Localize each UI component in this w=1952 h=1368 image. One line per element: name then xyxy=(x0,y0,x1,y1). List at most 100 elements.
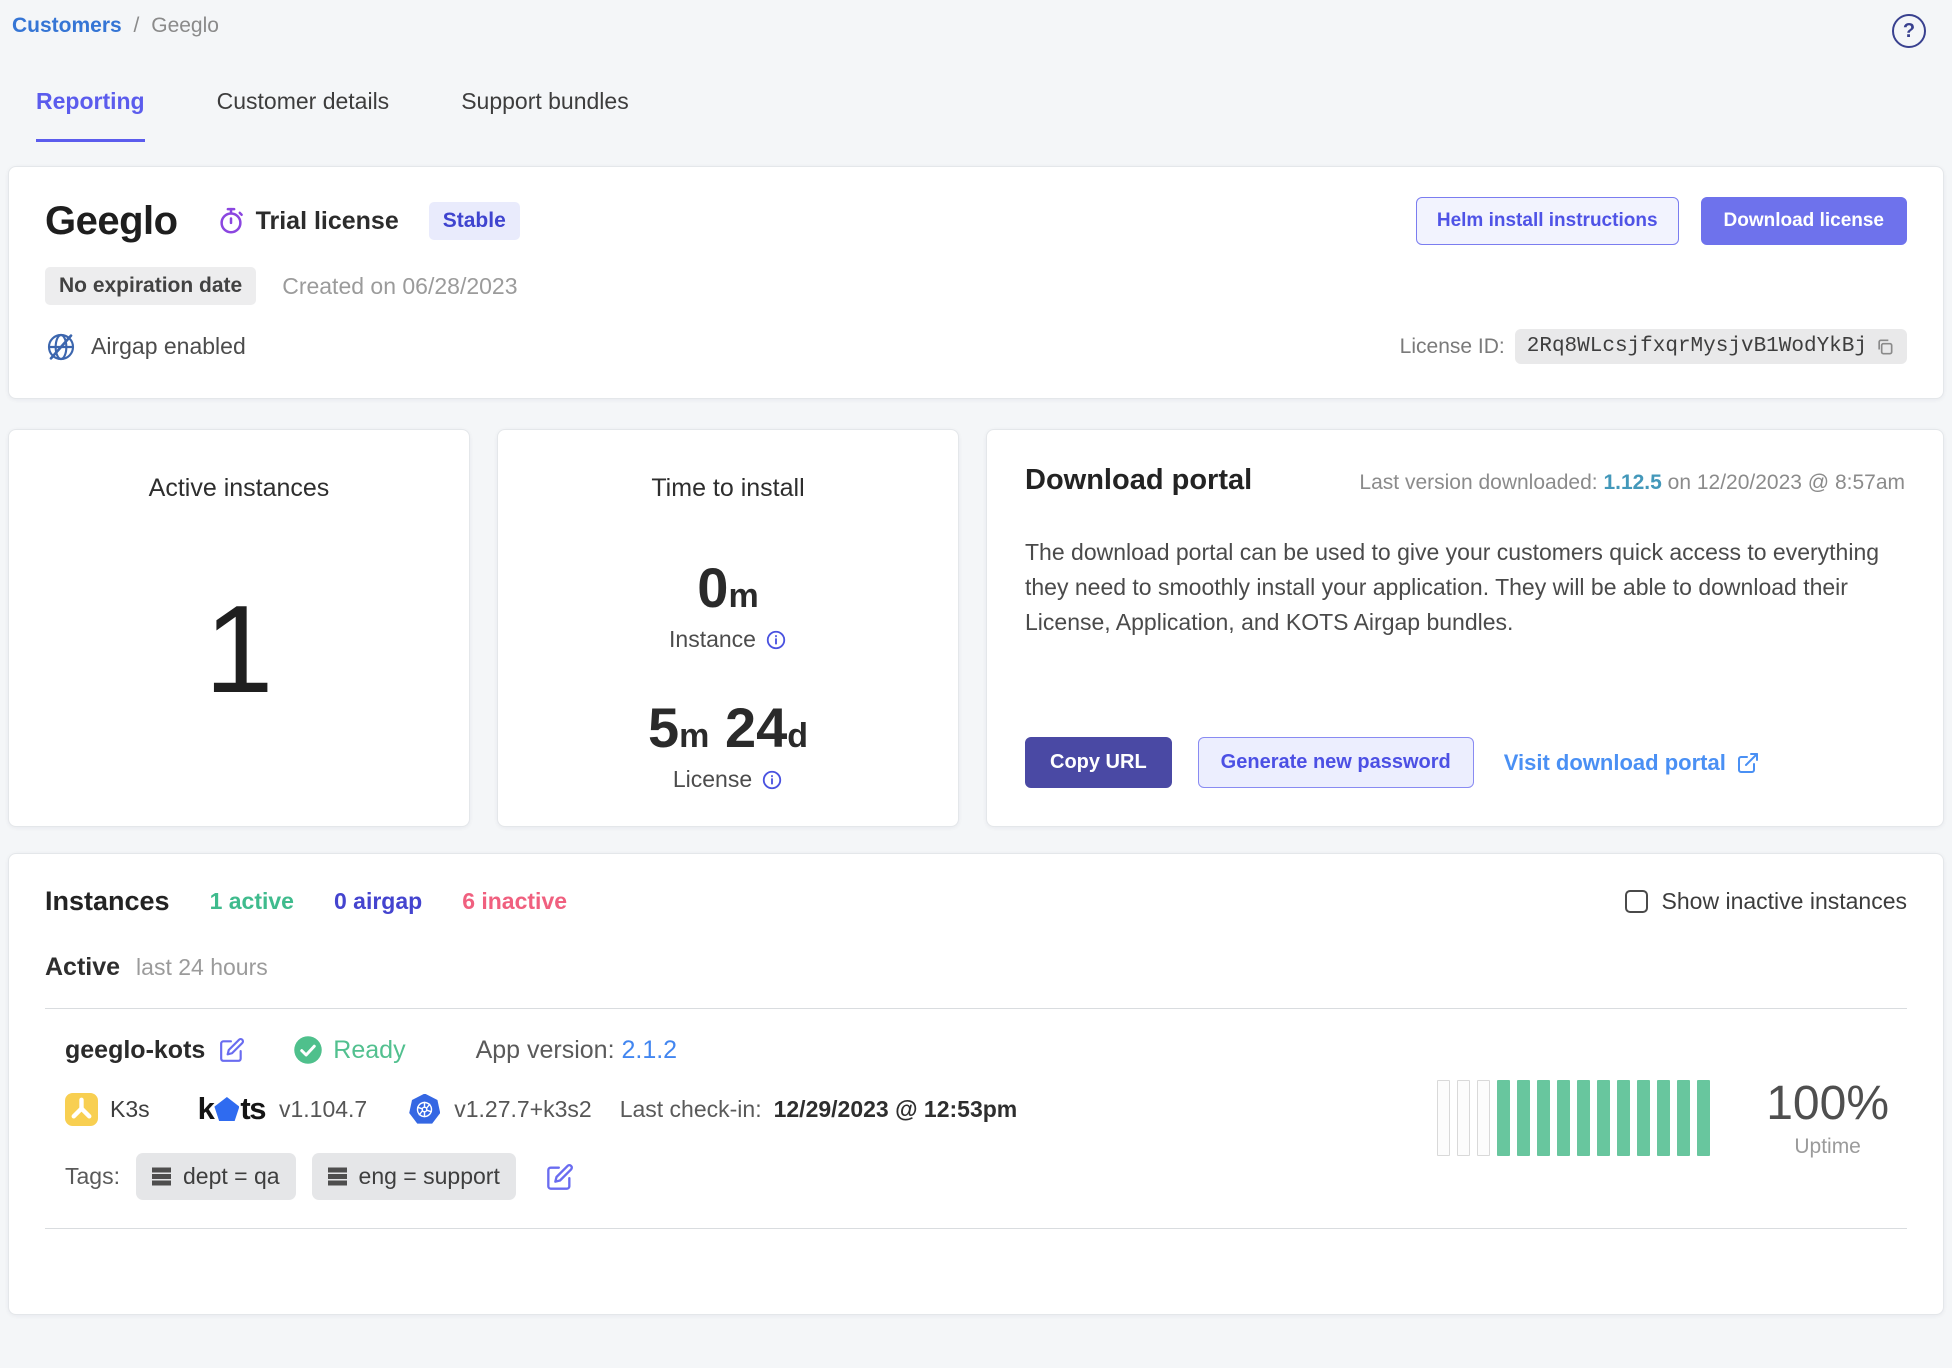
uptime-bar-filled xyxy=(1697,1080,1710,1156)
uptime-value: 100% xyxy=(1766,1076,1889,1131)
visit-download-portal-link[interactable]: Visit download portal xyxy=(1504,750,1760,776)
tag-icon xyxy=(152,1174,171,1179)
breadcrumb-current: Geeglo xyxy=(151,14,219,37)
active-count[interactable]: 1 active xyxy=(210,888,294,915)
k3s-icon xyxy=(65,1093,98,1126)
active-section-label: Active xyxy=(45,953,120,982)
license-install-label: License xyxy=(673,766,752,793)
instances-card: Instances 1 active 0 airgap 6 inactive S… xyxy=(8,853,1944,1315)
license-id-value: 2Rq8WLcsjfxqrMysjvB1WodYkBj xyxy=(1515,329,1907,364)
license-type-label: Trial license xyxy=(256,207,399,236)
tags-label: Tags: xyxy=(65,1163,120,1190)
external-link-icon xyxy=(1736,751,1760,775)
uptime-bar-filled xyxy=(1657,1080,1670,1156)
divider xyxy=(45,1228,1907,1229)
distribution-name: K3s xyxy=(110,1096,150,1123)
help-icon[interactable]: ? xyxy=(1892,14,1926,48)
edit-tags-icon[interactable] xyxy=(546,1163,574,1191)
tag-text: eng = support xyxy=(359,1163,500,1190)
active-instances-title: Active instances xyxy=(149,474,330,503)
time-to-install-title: Time to install xyxy=(651,474,804,503)
uptime-bar-filled xyxy=(1577,1080,1590,1156)
inactive-count[interactable]: 6 inactive xyxy=(462,888,567,915)
download-license-button[interactable]: Download license xyxy=(1701,197,1907,245)
top-bar: Customers / Geeglo ? xyxy=(8,14,1944,48)
uptime-label: Uptime xyxy=(1766,1135,1889,1159)
airgap-count[interactable]: 0 airgap xyxy=(334,888,422,915)
edit-name-icon[interactable] xyxy=(219,1037,245,1063)
last-version-link[interactable]: 1.12.5 xyxy=(1603,471,1661,494)
stopwatch-icon xyxy=(216,206,246,236)
uptime-bar-filled xyxy=(1557,1080,1570,1156)
show-inactive-checkbox[interactable] xyxy=(1625,890,1648,913)
k8s-version: v1.27.7+k3s2 xyxy=(454,1096,591,1123)
breadcrumb-separator: / xyxy=(134,14,140,37)
download-portal-title: Download portal xyxy=(1025,464,1252,497)
license-id-label: License ID: xyxy=(1400,335,1505,359)
instance-install-time: 0m xyxy=(669,555,787,620)
instance-row: geeglo-kots Ready App version: 2.1.2 xyxy=(45,1009,1907,1228)
active-instances-value: 1 xyxy=(205,503,274,796)
show-inactive-label: Show inactive instances xyxy=(1662,888,1907,915)
info-icon[interactable] xyxy=(765,629,787,651)
active-instances-card: Active instances 1 xyxy=(8,429,470,827)
uptime-widget: 100% Uptime xyxy=(1437,1076,1907,1159)
stats-row: Active instances 1 Time to install 0m In… xyxy=(8,429,1944,827)
tab-bar: Reporting Customer details Support bundl… xyxy=(8,88,1944,142)
active-section-sublabel: last 24 hours xyxy=(136,954,268,981)
kots-logo: kts xyxy=(198,1091,265,1127)
last-checkin-value: 12/29/2023 @ 12:53pm xyxy=(774,1096,1018,1123)
license-id-text: 2Rq8WLcsjfxqrMysjvB1WodYkBj xyxy=(1527,335,1867,358)
uptime-bar-empty xyxy=(1437,1080,1450,1156)
instance-name: geeglo-kots xyxy=(65,1036,205,1065)
instances-title: Instances xyxy=(45,886,170,917)
customer-name: Geeglo xyxy=(45,199,178,244)
uptime-bar-filled xyxy=(1617,1080,1630,1156)
uptime-bar-filled xyxy=(1677,1080,1690,1156)
uptime-bar-empty xyxy=(1457,1080,1470,1156)
info-icon[interactable] xyxy=(761,769,783,791)
copy-icon[interactable] xyxy=(1875,337,1895,357)
app-version-link[interactable]: 2.1.2 xyxy=(621,1036,677,1064)
kubernetes-icon xyxy=(409,1094,440,1125)
uptime-bar-filled xyxy=(1637,1080,1650,1156)
uptime-bar-chart xyxy=(1437,1080,1710,1156)
last-version-downloaded: Last version downloaded: 1.12.5 on 12/20… xyxy=(1359,471,1905,495)
tab-support-bundles[interactable]: Support bundles xyxy=(461,88,629,142)
kots-version: v1.104.7 xyxy=(279,1096,367,1123)
instance-install-label: Instance xyxy=(669,626,756,653)
license-type: Trial license xyxy=(216,206,399,236)
created-date-text: Created on 06/28/2023 xyxy=(282,273,517,300)
uptime-bar-filled xyxy=(1537,1080,1550,1156)
time-to-install-card: Time to install 0m Instance 5m 24d Licen… xyxy=(497,429,959,827)
show-inactive-toggle[interactable]: Show inactive instances xyxy=(1625,888,1907,915)
tab-customer-details[interactable]: Customer details xyxy=(217,88,390,142)
license-card: Geeglo Trial license Stable Helm install… xyxy=(8,166,1944,399)
helm-install-instructions-button[interactable]: Helm install instructions xyxy=(1416,197,1679,245)
tag-text: dept = qa xyxy=(183,1163,280,1190)
uptime-bar-filled xyxy=(1597,1080,1610,1156)
airgap-label: Airgap enabled xyxy=(91,333,246,360)
download-portal-card: Download portal Last version downloaded:… xyxy=(986,429,1944,827)
breadcrumb: Customers / Geeglo xyxy=(12,14,219,38)
check-circle-icon xyxy=(293,1035,323,1065)
status-badge: Ready xyxy=(293,1035,405,1065)
distribution: K3s xyxy=(65,1093,150,1126)
uptime-bar-filled xyxy=(1497,1080,1510,1156)
kots-logo-o xyxy=(214,1097,239,1121)
tag-pill: eng = support xyxy=(312,1153,516,1200)
copy-url-button[interactable]: Copy URL xyxy=(1025,737,1172,788)
license-install-time: 5m 24d xyxy=(648,695,808,760)
tag-pill: dept = qa xyxy=(136,1153,296,1200)
last-checkin-label: Last check-in: xyxy=(620,1096,762,1123)
generate-new-password-button[interactable]: Generate new password xyxy=(1198,737,1474,788)
uptime-bar-empty xyxy=(1477,1080,1490,1156)
airgap-status: Airgap enabled xyxy=(45,331,246,363)
breadcrumb-customers-link[interactable]: Customers xyxy=(12,14,122,37)
globe-slash-icon xyxy=(45,331,77,363)
expiration-badge: No expiration date xyxy=(45,267,256,305)
tab-reporting[interactable]: Reporting xyxy=(36,88,145,142)
status-text: Ready xyxy=(333,1036,405,1065)
app-version: App version: 2.1.2 xyxy=(476,1036,678,1065)
uptime-bar-filled xyxy=(1517,1080,1530,1156)
